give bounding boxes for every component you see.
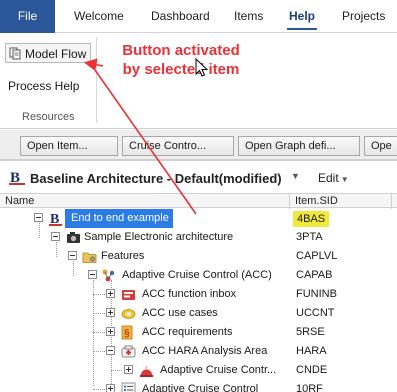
tree-row-sid: 3PTA: [296, 231, 323, 243]
tree-row-label: Features: [101, 250, 145, 262]
tab-help[interactable]: Help: [286, 0, 318, 33]
tab-file[interactable]: File: [0, 0, 55, 33]
mouse-cursor-icon: [195, 58, 209, 77]
baseline-dropdown-caret[interactable]: ▼: [291, 171, 300, 181]
baseline-header: B Baseline Architecture - Default(modifi…: [0, 160, 397, 193]
column-header-extra[interactable]: S: [392, 194, 397, 209]
tree-row-sid: FUNINB: [296, 288, 337, 300]
expand-toggle[interactable]: [106, 327, 115, 336]
tree-guide: [93, 294, 105, 295]
group-separator: [96, 37, 97, 123]
model-flow-label: Model Flow: [25, 47, 87, 61]
svg-text:B: B: [10, 170, 20, 185]
resources-group-label: Resources: [22, 111, 75, 123]
tree-row-sid: CNDE: [296, 364, 328, 376]
tab-projects[interactable]: Projects: [342, 0, 385, 33]
annotation-line-1: Button activated: [122, 42, 240, 59]
tree-row-sid: HARA: [296, 345, 327, 357]
tree-row-sid: UCCNT: [296, 307, 335, 319]
tree-row-acc-use-cases[interactable]: ACC use cases UCCNT: [0, 304, 397, 323]
tree-guide: [93, 313, 105, 314]
hazard-icon: [140, 366, 153, 377]
tree-row-sid-highlighted: 4BAS: [293, 211, 330, 227]
function-tree-icon: [102, 269, 115, 282]
open-buttons-toolbar: Open Item... Cruise Contro... Open Graph…: [0, 130, 397, 160]
tree-row-sid: CAPLVL: [296, 250, 338, 262]
collapse-toggle[interactable]: [88, 270, 97, 279]
expand-toggle[interactable]: [106, 308, 115, 317]
tree-row-label: End to end example: [65, 209, 173, 228]
tab-welcome[interactable]: Welcome: [74, 0, 124, 33]
expand-toggle[interactable]: [124, 365, 133, 374]
tree-row-label: ACC requirements: [142, 326, 233, 338]
open-item-button[interactable]: Open Item...: [20, 136, 118, 156]
tree-guide: [93, 332, 105, 333]
baseline-icon: B: [9, 170, 25, 185]
tree-row-sample-electronic-architecture[interactable]: Sample Electronic architecture 3PTA: [0, 228, 397, 247]
collapse-toggle[interactable]: [68, 251, 77, 260]
process-help-button[interactable]: Process Help: [8, 76, 79, 96]
expand-toggle[interactable]: [106, 384, 115, 392]
cruise-control-button[interactable]: Cruise Contro...: [122, 136, 234, 156]
tree-row-adaptive-cruise-control[interactable]: Adaptive Cruise Control 10RF: [0, 380, 397, 392]
tree-row-acc-function-inbox[interactable]: ACC function inbox FUNINB: [0, 285, 397, 304]
folder-gear-icon: [82, 252, 97, 263]
tree-row-label: ACC HARA Analysis Area: [142, 345, 268, 357]
tab-items[interactable]: Items: [234, 0, 263, 33]
svg-text:§: §: [124, 328, 130, 339]
tree-row-label: Adaptive Cruise Control: [142, 383, 259, 392]
camera-icon: [67, 232, 80, 243]
use-case-icon: [121, 309, 136, 319]
edit-label: Edit: [318, 171, 339, 185]
tree-row-acc-hara-analysis-area[interactable]: ACC HARA Analysis Area HARA: [0, 342, 397, 361]
hara-icon: [121, 345, 136, 358]
baseline-icon: B: [49, 212, 62, 226]
column-header-item-sid[interactable]: Item.SID: [290, 194, 392, 209]
tree-guide: [93, 351, 105, 352]
column-header-name[interactable]: Name: [0, 194, 290, 209]
model-flow-button[interactable]: Model Flow: [5, 43, 92, 63]
tree-row-sid: CAPAB: [296, 269, 333, 281]
tree-row-label: ACC use cases: [142, 307, 218, 319]
baseline-panel: B Baseline Architecture - Default(modifi…: [0, 160, 397, 392]
tree-row-end-to-end[interactable]: B End to end example 4BAS: [0, 209, 397, 228]
tree-row-label: ACC function inbox: [142, 288, 237, 300]
tab-dashboard[interactable]: Dashboard: [151, 0, 210, 33]
edit-menu[interactable]: Edit ▼: [318, 171, 349, 185]
open-more-button[interactable]: Ope: [364, 136, 397, 156]
collapse-toggle[interactable]: [34, 213, 43, 222]
collapse-toggle[interactable]: [51, 232, 60, 241]
ribbon-tab-bar: File Welcome Dashboard Items Help Projec…: [0, 0, 397, 33]
tree-row-acc-requirements[interactable]: § ACC requirements 5RSE: [0, 323, 397, 342]
svg-text:B: B: [50, 212, 59, 226]
tree-row-adaptive-cruise-contr[interactable]: Adaptive Cruise Contr... CNDE: [0, 361, 397, 380]
tree-row-adaptive-cruise-control-acc[interactable]: Adaptive Cruise Control (ACC) CAPAB: [0, 266, 397, 285]
model-flow-icon: [9, 47, 21, 60]
requirement-icon: §: [121, 325, 133, 340]
tree-guide: [111, 370, 122, 371]
collapse-toggle[interactable]: [106, 346, 115, 355]
annotation-line-2: by selected item: [122, 61, 240, 78]
ribbon-panel: Model Flow Process Help Resources Button…: [0, 33, 397, 129]
list-icon: [121, 382, 136, 392]
tree-row-sid: 10RF: [296, 383, 323, 392]
tree-row-label: Adaptive Cruise Control (ACC): [122, 269, 272, 281]
expand-toggle[interactable]: [106, 289, 115, 298]
tree-row-sid: 5RSE: [296, 326, 325, 338]
baseline-title: Baseline Architecture - Default(modified…: [30, 171, 282, 186]
tree-guide: [93, 389, 105, 390]
edit-caret: ▼: [340, 175, 349, 184]
tree-row-features[interactable]: Features CAPLVL: [0, 247, 397, 266]
open-graph-definition-button[interactable]: Open Graph defi...: [238, 136, 360, 156]
tree-row-label: Adaptive Cruise Contr...: [160, 364, 277, 376]
tree-row-label: Sample Electronic architecture: [84, 231, 234, 243]
annotation-callout: Button activated by selected item: [106, 41, 256, 79]
function-inbox-icon: [122, 290, 135, 300]
column-header-row: Name Item.SID S: [0, 193, 397, 209]
